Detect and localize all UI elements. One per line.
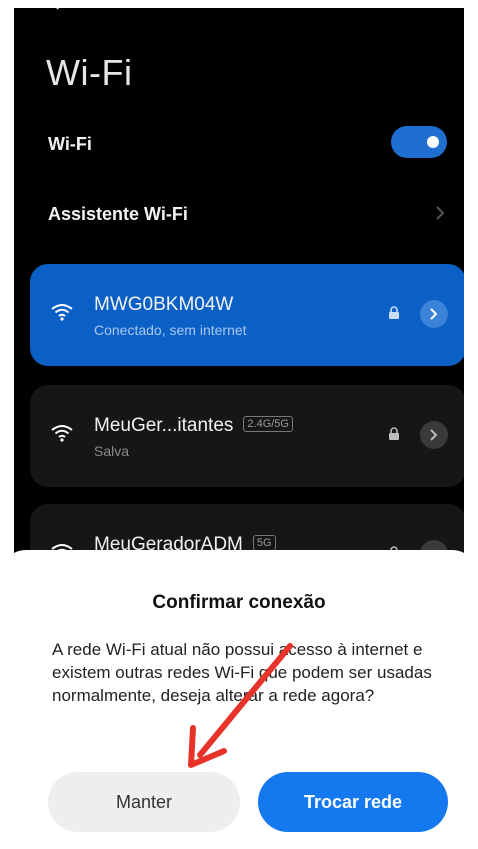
confirm-connection-dialog: Confirmar conexão A rede Wi-Fi atual não… [0,550,478,849]
wifi-toggle[interactable] [391,126,447,158]
network-name: MWG0BKM04W [94,294,234,315]
network-status: Salva [94,443,130,459]
chevron-right-icon [436,206,445,220]
network-details-button[interactable] [420,421,448,449]
back-arrow-icon[interactable] [54,8,68,16]
wifi-assistant-item[interactable]: Assistente Wi-Fi [48,204,188,225]
chevron-right-icon [430,429,438,441]
band-badge: 2.4G/5G [243,416,293,432]
dialog-title: Confirmar conexão [152,592,326,613]
page-title: Wi-Fi [46,52,133,93]
chevron-right-icon [430,308,438,320]
toggle-knob [427,136,439,148]
keep-button[interactable]: Manter [48,772,240,832]
network-name: MeuGer...itantes 2.4G/5G [94,415,293,437]
network-item[interactable]: MeuGer...itantes 2.4G/5G Salva [30,385,464,487]
wifi-icon [51,304,73,321]
dialog-message: A rede Wi-Fi atual não possui acesso à i… [52,640,432,705]
lock-icon [389,306,399,319]
wifi-toggle-label: Wi-Fi [48,134,92,154]
network-item[interactable]: MWG0BKM04W Conectado, sem internet [30,264,464,366]
lock-icon [389,427,399,440]
switch-network-button[interactable]: Trocar rede [258,772,448,832]
wifi-icon [51,425,73,442]
network-status: Conectado, sem internet [94,322,247,338]
network-details-button[interactable] [420,300,448,328]
network-name-text: MeuGer...itantes [94,415,234,436]
band-badge: 5G [252,535,276,551]
